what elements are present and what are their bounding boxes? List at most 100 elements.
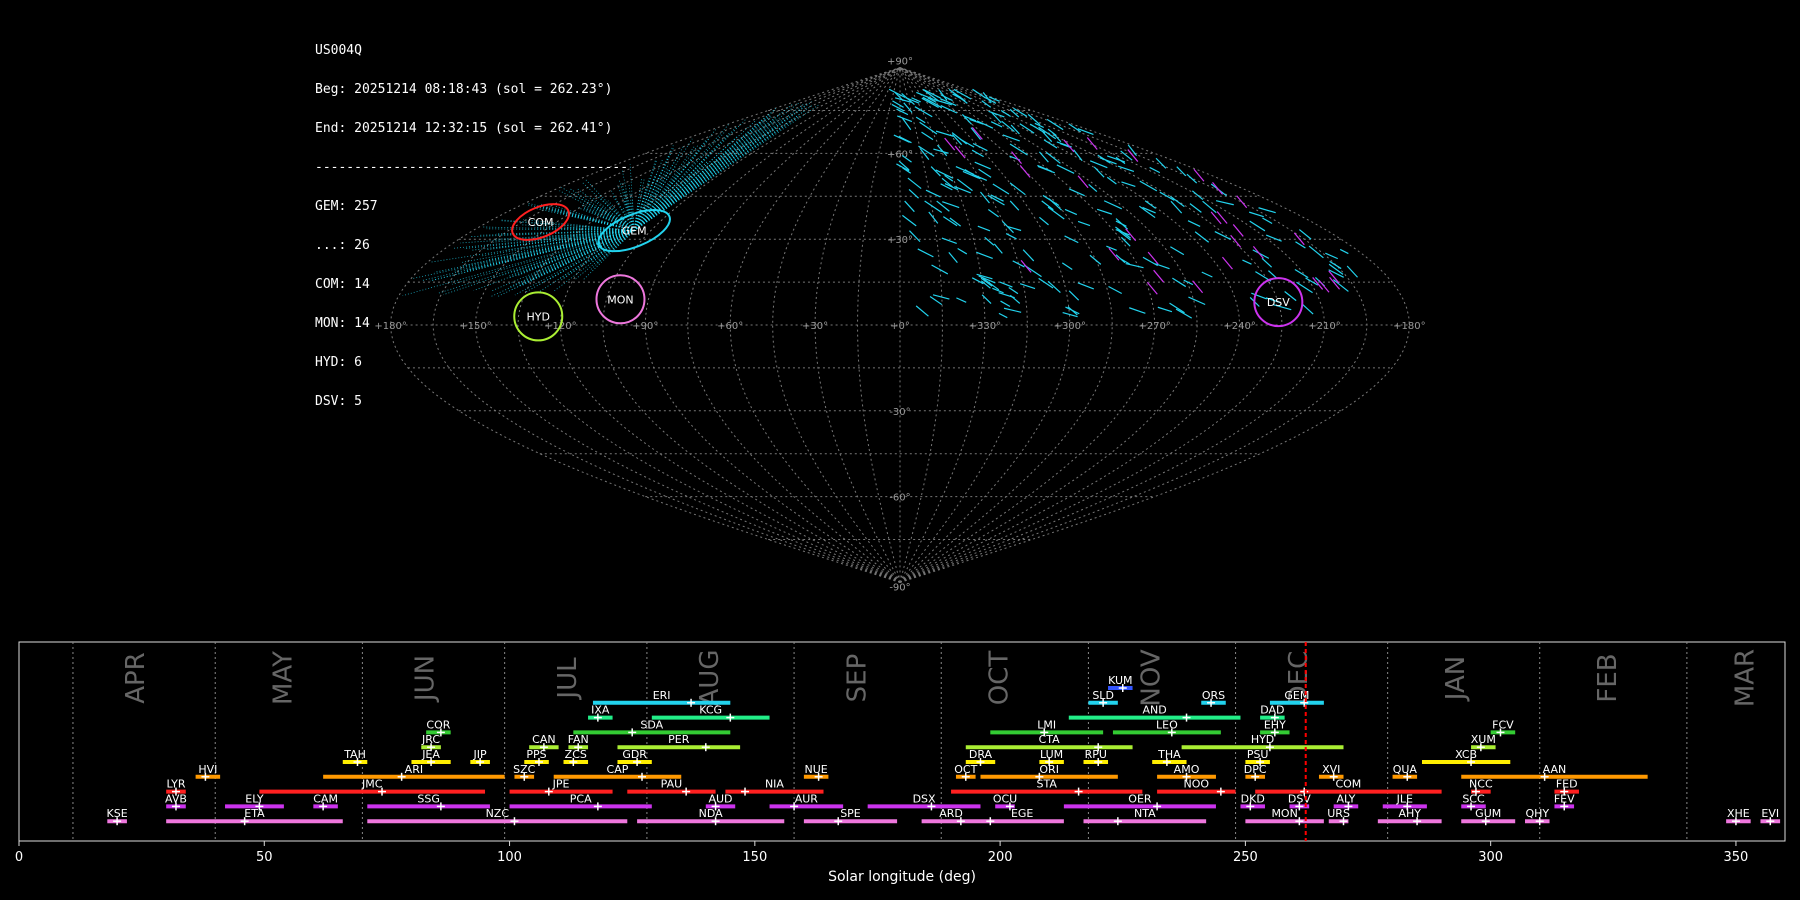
east-trail bbox=[978, 168, 992, 178]
east-trail bbox=[976, 120, 994, 129]
east-trail bbox=[1047, 280, 1061, 293]
east-trail bbox=[1073, 149, 1083, 162]
east-trail bbox=[1144, 200, 1157, 209]
east-trail bbox=[1000, 110, 1011, 117]
shower-label-dad: DAD bbox=[1260, 704, 1284, 717]
shower-label-qua: QUA bbox=[1393, 763, 1418, 776]
shower-label-cta: CTA bbox=[1039, 733, 1061, 746]
shower-label-psu: PSU bbox=[1247, 748, 1269, 761]
east-trail bbox=[1005, 233, 1017, 240]
gem-trail bbox=[582, 230, 635, 281]
dsv-trail bbox=[1147, 251, 1159, 265]
east-trail bbox=[1189, 203, 1202, 213]
east-trail bbox=[1129, 307, 1146, 314]
east-trail bbox=[915, 305, 929, 317]
east-trail bbox=[1068, 290, 1080, 301]
shower-label-qhy: QHY bbox=[1525, 807, 1549, 820]
gem-trail bbox=[633, 163, 670, 231]
east-trail bbox=[1096, 208, 1113, 215]
east-trail bbox=[1194, 231, 1210, 243]
dsv-trail bbox=[1153, 269, 1165, 283]
dsv-trail bbox=[1230, 234, 1242, 248]
shower-label-noo: NOO bbox=[1184, 778, 1210, 791]
shower-label-cap: CAP bbox=[607, 763, 629, 776]
east-trail bbox=[1061, 262, 1073, 270]
east-trail bbox=[1019, 283, 1036, 290]
dsv-trail bbox=[1212, 182, 1223, 195]
x-tick-label: 250 bbox=[1233, 850, 1258, 865]
meteor-radiant-figure: US004Q Beg: 20251214 08:18:43 (sol = 262… bbox=[0, 0, 1800, 900]
east-trail bbox=[988, 110, 1005, 118]
month-label: JUN bbox=[411, 655, 441, 703]
shower-label-ard: ARD bbox=[939, 807, 963, 820]
east-trail bbox=[1013, 107, 1028, 117]
east-trail bbox=[1064, 208, 1078, 216]
east-trail bbox=[915, 116, 926, 124]
east-trail bbox=[1022, 249, 1035, 262]
shower-label-dra: DRA bbox=[969, 748, 993, 761]
east-trail bbox=[1298, 229, 1312, 240]
month-label: AUG bbox=[695, 650, 725, 707]
east-trail bbox=[948, 252, 958, 263]
radiant-hyd-label: HYD bbox=[527, 310, 550, 323]
x-tick-label: 200 bbox=[988, 850, 1013, 865]
gem-trail bbox=[633, 146, 695, 231]
gem-trail bbox=[633, 118, 747, 231]
east-trail bbox=[1215, 200, 1234, 206]
gem-trail bbox=[633, 176, 655, 231]
east-trail bbox=[1201, 271, 1213, 278]
gem-trail bbox=[633, 117, 765, 231]
shower-label-dpc: DPC bbox=[1244, 763, 1267, 776]
shower-label-oct: OCT bbox=[954, 763, 977, 776]
dsv-trail bbox=[1236, 195, 1248, 209]
lon-tick-label: +60° bbox=[717, 321, 743, 332]
shower-label-aud: AUD bbox=[708, 792, 732, 805]
gem-trail bbox=[633, 117, 772, 231]
east-trail bbox=[1039, 216, 1049, 226]
lon-tick-label: +240° bbox=[1223, 321, 1255, 332]
east-trail bbox=[929, 295, 943, 306]
gem-trail bbox=[633, 159, 663, 231]
shower-label-sta: STA bbox=[1037, 778, 1058, 791]
shower-label-pau: PAU bbox=[661, 778, 683, 791]
shower-label-jea: JEA bbox=[421, 748, 440, 761]
sky-map-chart: +180° +150° +120° +90° +60° +30° +0° +330° +300°… bbox=[374, 57, 1425, 594]
lat-tick-label: +90° bbox=[887, 57, 913, 68]
shower-label-oer: OER bbox=[1128, 792, 1152, 805]
gem-trail bbox=[633, 150, 713, 231]
shower-label-aan: AAN bbox=[1543, 763, 1567, 776]
shower-label-scc: SCC bbox=[1462, 792, 1485, 805]
gem-trail bbox=[533, 230, 635, 280]
east-trail bbox=[907, 177, 922, 190]
shower-label-aur: AUR bbox=[795, 792, 819, 805]
lat-tick-label: +30° bbox=[887, 235, 913, 246]
month-label: APR bbox=[121, 652, 151, 704]
east-trail bbox=[942, 201, 960, 209]
east-trail bbox=[902, 214, 917, 227]
east-trail bbox=[1155, 263, 1170, 270]
shower-timeline-chart: APR MAY JUN JUL AUG SEP OCT NOV DEC JAN FEB MARKUME… bbox=[15, 641, 1786, 885]
lat-tick-label: +60° bbox=[887, 149, 913, 160]
shower-label-jpe: JPE bbox=[552, 778, 570, 791]
shower-label-can: CAN bbox=[532, 733, 555, 746]
lon-tick-label: +330° bbox=[969, 321, 1001, 332]
shower-label-dkd: DKD bbox=[1241, 792, 1265, 805]
dsv-trail bbox=[944, 137, 956, 151]
shower-label-szc: SZC bbox=[513, 763, 536, 776]
east-trail bbox=[984, 236, 995, 246]
east-trail bbox=[1064, 235, 1079, 244]
east-trail bbox=[1170, 195, 1185, 208]
east-trail bbox=[1252, 249, 1270, 259]
east-trail bbox=[1149, 166, 1161, 174]
shower-label-lyr: LYR bbox=[166, 778, 185, 791]
shower-label-fcv: FCV bbox=[1492, 718, 1514, 731]
east-trail bbox=[999, 281, 1013, 288]
east-trail bbox=[1106, 245, 1117, 251]
month-label: NOV bbox=[1137, 649, 1167, 706]
east-trail bbox=[1191, 190, 1204, 201]
east-trail bbox=[935, 130, 954, 137]
shower-label-pps: PPS bbox=[526, 748, 546, 761]
lon-tick-label: +90° bbox=[632, 321, 658, 332]
shower-label-ari: ARI bbox=[405, 763, 423, 776]
month-label: JUL bbox=[553, 657, 583, 701]
